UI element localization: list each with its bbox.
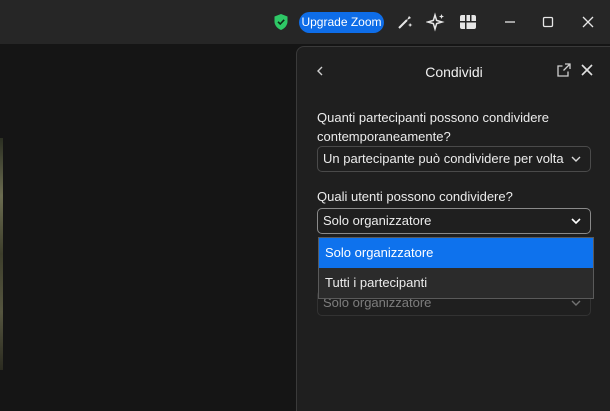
dropdown-option-all-participants[interactable]: Tutti i partecipanti [319,268,593,298]
who-can-share-select[interactable]: Solo organizzatore [317,208,591,234]
chevron-down-icon [571,300,581,306]
ai-sparkle-icon[interactable] [426,12,446,32]
who-can-share-dropdown: Solo organizzatore Tutti i partecipanti [318,237,594,299]
concurrent-share-select[interactable]: Un partecipante può condividere per volt… [317,146,591,172]
apps-icon[interactable] [458,12,478,32]
who-can-share-value: Solo organizzatore [323,213,432,228]
meeting-area [0,44,296,410]
chevron-down-icon [571,218,581,225]
minimize-icon[interactable] [500,12,520,32]
window-close-icon[interactable] [578,12,598,32]
shield-icon[interactable] [273,13,289,31]
dropdown-option-host-only[interactable]: Solo organizzatore [319,238,593,268]
share-settings-panel: Condividi Quanti partecipanti possono co… [296,46,610,411]
who-can-share-label: Quali utenti possono condividere? [317,189,513,204]
maximize-icon[interactable] [538,12,558,32]
title-bar: Upgrade Zoom [0,0,610,44]
upgrade-zoom-button[interactable]: Upgrade Zoom [299,12,384,33]
popout-icon[interactable] [556,62,572,78]
video-thumbnail-edge [0,138,3,370]
close-icon[interactable] [579,62,595,78]
chevron-down-icon [571,156,581,162]
magic-pen-icon[interactable] [395,12,415,32]
concurrent-share-label: Quanti partecipanti possono condividere … [317,110,549,144]
concurrent-share-value: Un partecipante può condividere per volt… [323,151,564,166]
